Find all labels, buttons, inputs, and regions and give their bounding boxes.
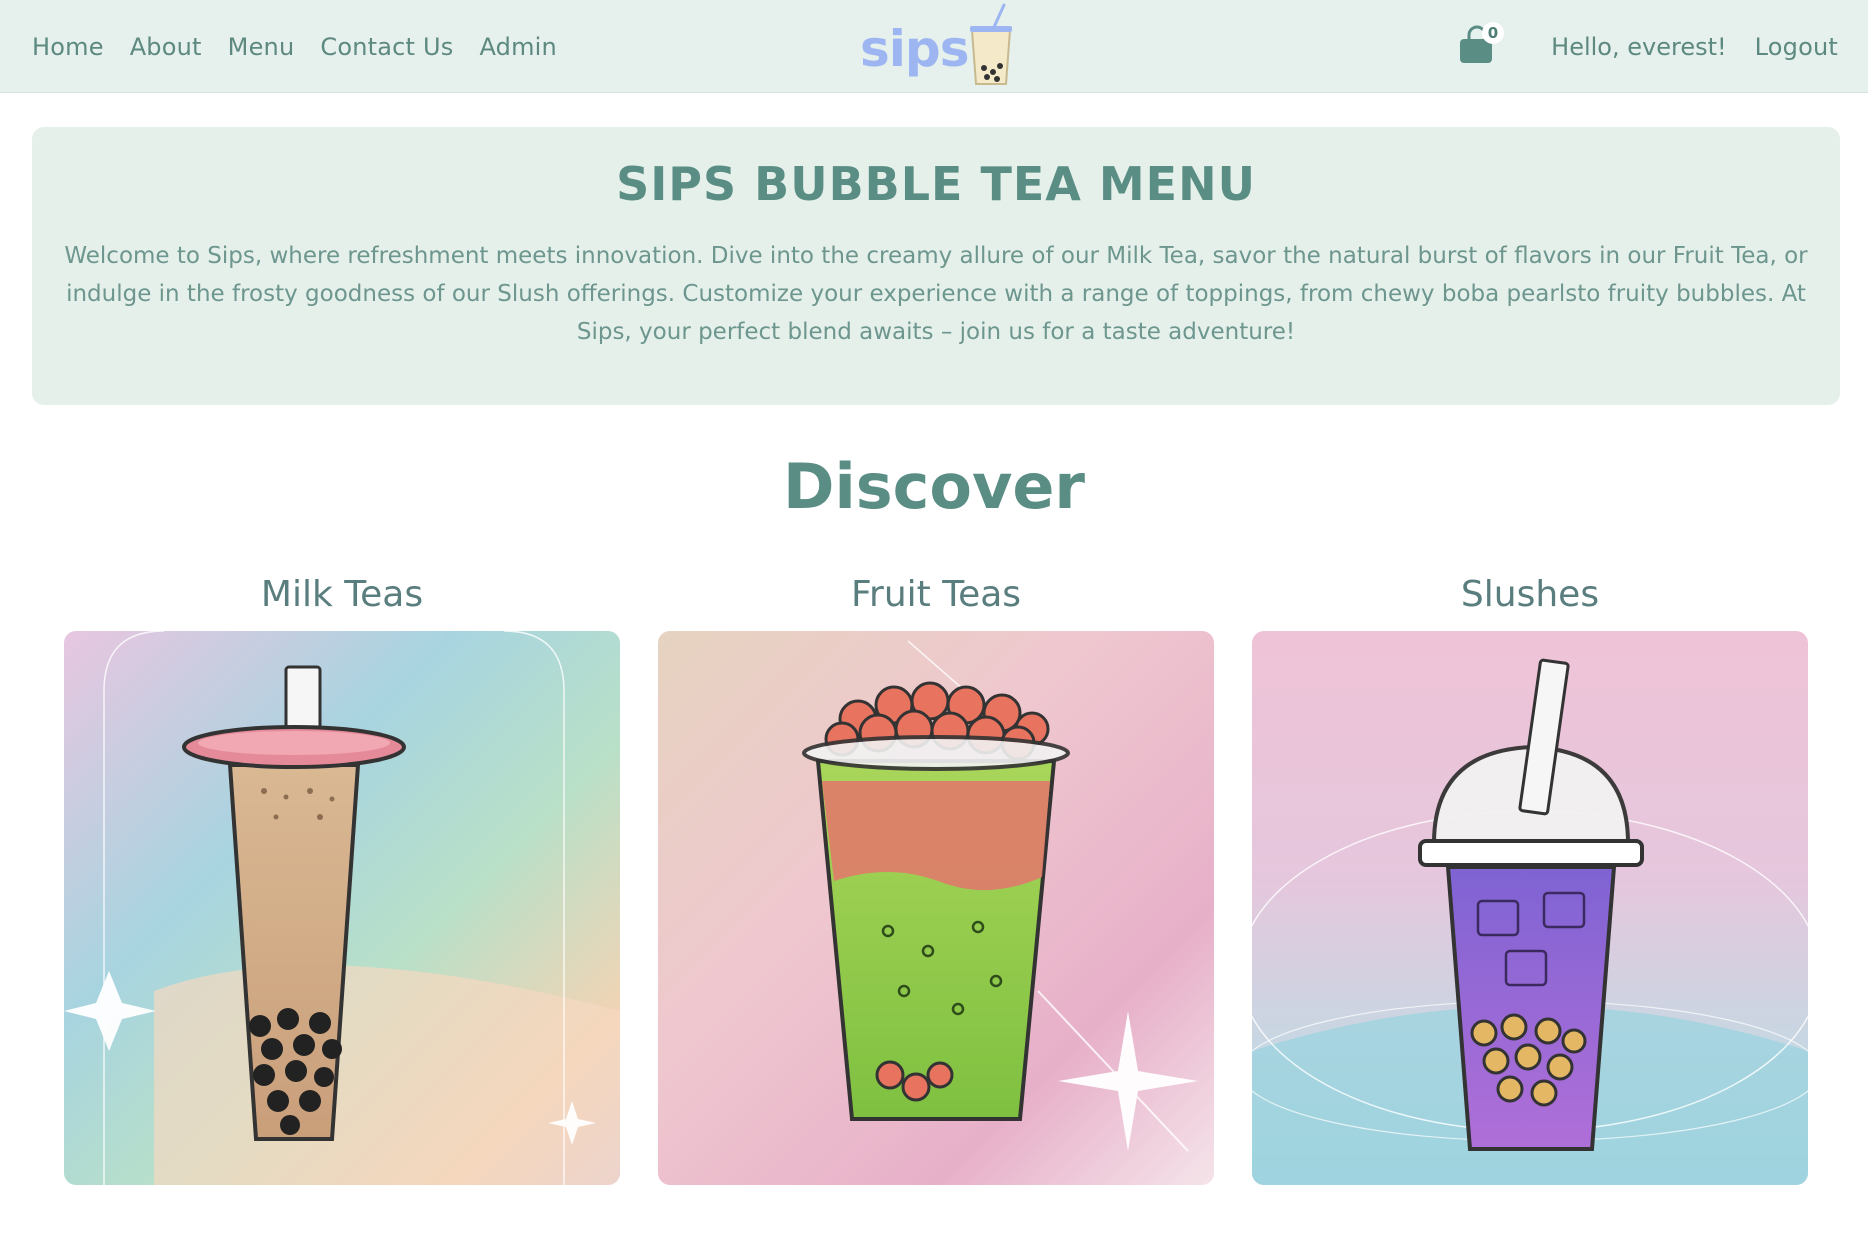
milk-tea-image[interactable] bbox=[64, 631, 620, 1185]
category-title-milk-teas[interactable]: Milk Teas bbox=[64, 565, 620, 625]
category-card-fruit-teas: Fruit Teas bbox=[658, 565, 1214, 1185]
category-card-slushes: Slushes bbox=[1252, 565, 1808, 1185]
page-title: SIPS BUBBLE TEA MENU bbox=[616, 157, 1256, 211]
category-card-milk-teas: Milk Teas bbox=[64, 565, 620, 1185]
logo-cup-icon bbox=[970, 3, 1012, 85]
fruit-tea-image[interactable] bbox=[658, 631, 1214, 1185]
logout-link[interactable]: Logout bbox=[1755, 33, 1838, 61]
category-title-fruit-teas[interactable]: Fruit Teas bbox=[658, 565, 1214, 625]
menu-intro-banner: SIPS BUBBLE TEA MENU Welcome to Sips, wh… bbox=[32, 127, 1840, 405]
discover-heading: Discover bbox=[782, 450, 1085, 523]
cart-button[interactable]: 0 bbox=[1457, 22, 1505, 66]
nav-links: Home About Menu Contact Us Admin bbox=[32, 0, 557, 93]
slush-cup-icon bbox=[1252, 631, 1808, 1185]
fruit-tea-cup-icon bbox=[658, 631, 1214, 1185]
nav-menu-link[interactable]: Menu bbox=[228, 33, 295, 61]
milk-tea-cup-icon bbox=[64, 631, 620, 1185]
nav-home-link[interactable]: Home bbox=[32, 33, 104, 61]
navbar: Home About Menu Contact Us Admin sips 0 … bbox=[0, 0, 1868, 93]
intro-paragraph: Welcome to Sips, where refreshment meets… bbox=[64, 243, 1808, 345]
slush-image[interactable] bbox=[1252, 631, 1808, 1185]
nav-about-link[interactable]: About bbox=[130, 33, 202, 61]
user-nav: Hello, everest! Logout bbox=[1551, 0, 1838, 93]
category-title-slushes[interactable]: Slushes bbox=[1252, 565, 1808, 625]
cart-count-badge: 0 bbox=[1482, 22, 1504, 44]
sips-logo[interactable]: sips bbox=[860, 2, 1020, 90]
nav-contact-link[interactable]: Contact Us bbox=[320, 33, 453, 61]
logo-text: sips bbox=[860, 20, 969, 78]
user-greeting: Hello, everest! bbox=[1551, 32, 1727, 61]
nav-admin-link[interactable]: Admin bbox=[479, 33, 557, 61]
